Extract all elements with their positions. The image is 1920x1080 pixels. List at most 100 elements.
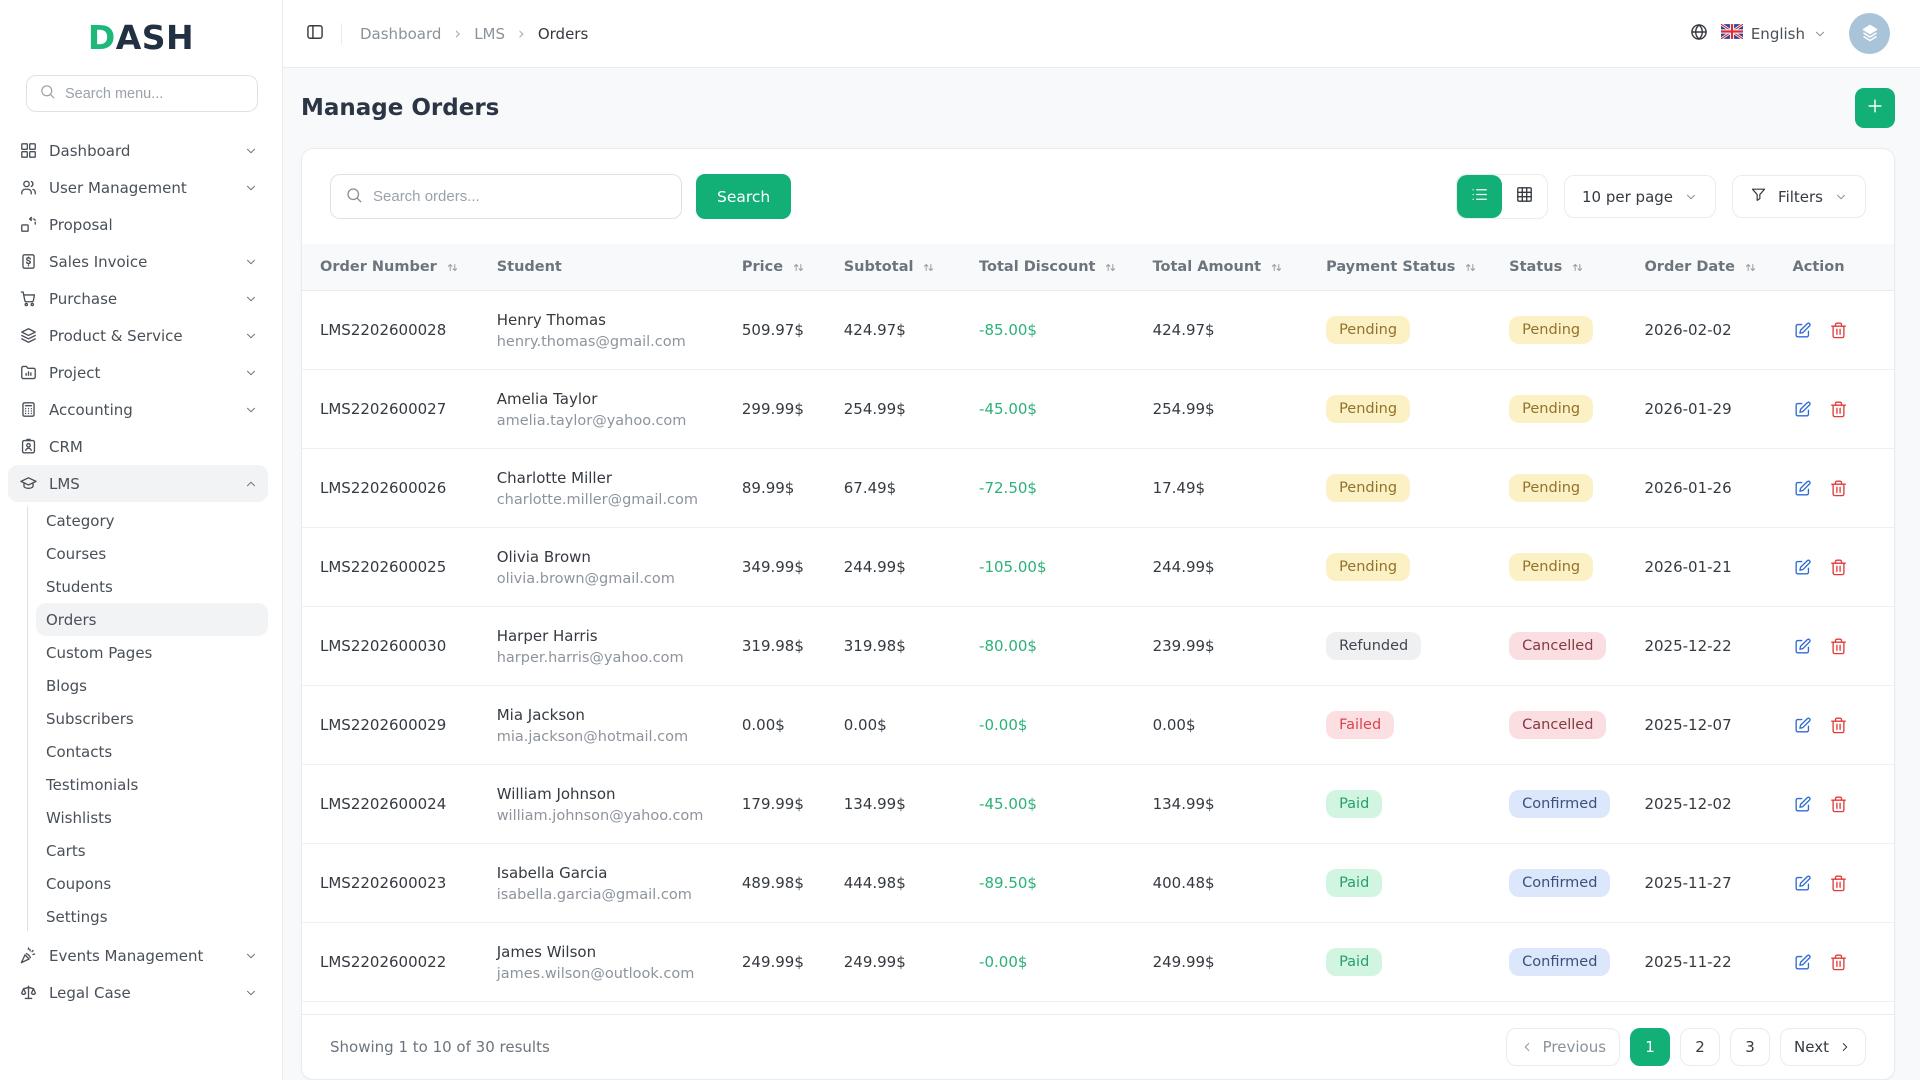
payment-status-cell: Paid	[1308, 765, 1491, 844]
status-badge: Cancelled	[1509, 711, 1606, 739]
delete-order-button[interactable]	[1829, 874, 1848, 893]
edit-order-button[interactable]	[1793, 874, 1812, 893]
student-name: Charlotte Miller	[497, 469, 716, 487]
sidebar-subitem-subscribers[interactable]: Subscribers	[36, 702, 268, 735]
sidebar-subitem-students[interactable]: Students	[36, 570, 268, 603]
sidebar-item-product-service[interactable]: Product & Service	[8, 317, 268, 354]
sidebar-item-sales-invoice[interactable]: Sales Invoice	[8, 243, 268, 280]
edit-order-button[interactable]	[1793, 716, 1812, 735]
edit-icon	[1793, 558, 1812, 577]
page-content: Manage Orders Search 10 per page	[283, 68, 1920, 1080]
sidebar-subitem-wishlists[interactable]: Wishlists	[36, 801, 268, 834]
chevron-down-icon	[244, 366, 258, 380]
column-header-price[interactable]: Price	[724, 244, 826, 291]
edit-order-button[interactable]	[1793, 400, 1812, 419]
delete-order-button[interactable]	[1829, 558, 1848, 577]
panel-icon	[305, 22, 325, 42]
discount-cell: -0.00$	[961, 923, 1135, 1002]
previous-page-button[interactable]: Previous	[1506, 1028, 1620, 1066]
price-cell: 349.99$	[724, 528, 826, 607]
delete-order-button[interactable]	[1829, 637, 1848, 656]
student-email: william.johnson@yahoo.com	[497, 808, 716, 824]
page-button-2[interactable]: 2	[1680, 1028, 1720, 1066]
sidebar-subitem-category[interactable]: Category	[36, 504, 268, 537]
sidebar-item-events-management[interactable]: Events Management	[8, 937, 268, 974]
column-header-total-amount[interactable]: Total Amount	[1135, 244, 1309, 291]
payment-status-cell: Pending	[1308, 528, 1491, 607]
avatar[interactable]	[1849, 13, 1890, 54]
sidebar-subitem-contacts[interactable]: Contacts	[36, 735, 268, 768]
edit-order-button[interactable]	[1793, 558, 1812, 577]
payment-status-badge: Refunded	[1326, 632, 1421, 660]
next-page-button[interactable]: Next	[1780, 1028, 1866, 1066]
brand-logo[interactable]: DASH	[0, 18, 282, 57]
sidebar-item-lms[interactable]: LMS	[8, 465, 268, 502]
order-number-cell: LMS2202600029	[302, 686, 479, 765]
sidebar-item-crm[interactable]: CRM	[8, 428, 268, 465]
search-button[interactable]: Search	[696, 174, 791, 219]
action-cell	[1775, 291, 1894, 370]
edit-order-button[interactable]	[1793, 637, 1812, 656]
student-name: James Wilson	[497, 943, 716, 961]
page-button-3[interactable]: 3	[1730, 1028, 1770, 1066]
payment-status-cell: Failed	[1308, 686, 1491, 765]
sidebar-subitem-courses[interactable]: Courses	[36, 537, 268, 570]
sidebar-subitem-settings[interactable]: Settings	[36, 900, 268, 933]
delete-order-button[interactable]	[1829, 953, 1848, 972]
sidebar-subitem-coupons[interactable]: Coupons	[36, 867, 268, 900]
delete-order-button[interactable]	[1829, 400, 1848, 419]
sort-icon	[1570, 260, 1585, 275]
sidebar-subitem-orders[interactable]: Orders	[36, 603, 268, 636]
id-card-icon	[19, 437, 38, 456]
sidebar-item-project[interactable]: Project	[8, 354, 268, 391]
edit-order-button[interactable]	[1793, 953, 1812, 972]
student-cell: Henry Thomashenry.thomas@gmail.com	[479, 291, 724, 370]
action-cell	[1775, 370, 1894, 449]
sidebar-item-accounting[interactable]: Accounting	[8, 391, 268, 428]
delete-order-button[interactable]	[1829, 479, 1848, 498]
delete-order-button[interactable]	[1829, 716, 1848, 735]
delete-order-button[interactable]	[1829, 795, 1848, 814]
per-page-select[interactable]: 10 per page	[1564, 175, 1716, 218]
subtotal-cell: 244.99$	[826, 528, 961, 607]
column-header-payment-status[interactable]: Payment Status	[1308, 244, 1491, 291]
edit-order-button[interactable]	[1793, 321, 1812, 340]
sidebar-item-user-management[interactable]: User Management	[8, 169, 268, 206]
orders-search-input[interactable]	[373, 188, 667, 205]
status-badge: Pending	[1509, 474, 1593, 502]
list-view-button[interactable]	[1457, 175, 1502, 218]
sidebar-subitem-custom-pages[interactable]: Custom Pages	[36, 636, 268, 669]
sidebar-search-input[interactable]	[65, 86, 245, 102]
sidebar-item-purchase[interactable]: Purchase	[8, 280, 268, 317]
order-number-cell: LMS2202600026	[302, 449, 479, 528]
grid-view-button[interactable]	[1502, 175, 1547, 218]
column-header-order-date[interactable]: Order Date	[1626, 244, 1774, 291]
breadcrumb-lms[interactable]: LMS	[474, 25, 505, 43]
globe-button[interactable]	[1689, 22, 1709, 46]
sort-icon	[445, 260, 460, 275]
filters-button[interactable]: Filters	[1732, 175, 1866, 218]
sidebar-subitem-testimonials[interactable]: Testimonials	[36, 768, 268, 801]
edit-order-button[interactable]	[1793, 795, 1812, 814]
status-cell: Confirmed	[1491, 923, 1626, 1002]
sidebar-item-legal-case[interactable]: Legal Case	[8, 974, 268, 1011]
column-header-status[interactable]: Status	[1491, 244, 1626, 291]
sidebar-toggle-button[interactable]	[305, 22, 325, 46]
sidebar-item-proposal[interactable]: Proposal	[8, 206, 268, 243]
page-button-1[interactable]: 1	[1630, 1028, 1670, 1066]
edit-order-button[interactable]	[1793, 479, 1812, 498]
table-row: LMS2202600029Mia Jacksonmia.jackson@hotm…	[302, 686, 1894, 765]
sidebar-item-dashboard[interactable]: Dashboard	[8, 132, 268, 169]
column-header-subtotal[interactable]: Subtotal	[826, 244, 961, 291]
subtotal-cell: 424.97$	[826, 291, 961, 370]
sidebar-subitem-blogs[interactable]: Blogs	[36, 669, 268, 702]
column-header-total-discount[interactable]: Total Discount	[961, 244, 1135, 291]
column-header-order-number[interactable]: Order Number	[302, 244, 479, 291]
sort-icon	[1103, 260, 1118, 275]
chevron-down-icon	[244, 986, 258, 1000]
add-order-button[interactable]	[1855, 88, 1895, 128]
sidebar-subitem-carts[interactable]: Carts	[36, 834, 268, 867]
language-selector[interactable]: English	[1721, 24, 1827, 43]
breadcrumb-dashboard[interactable]: Dashboard	[360, 25, 441, 43]
delete-order-button[interactable]	[1829, 321, 1848, 340]
